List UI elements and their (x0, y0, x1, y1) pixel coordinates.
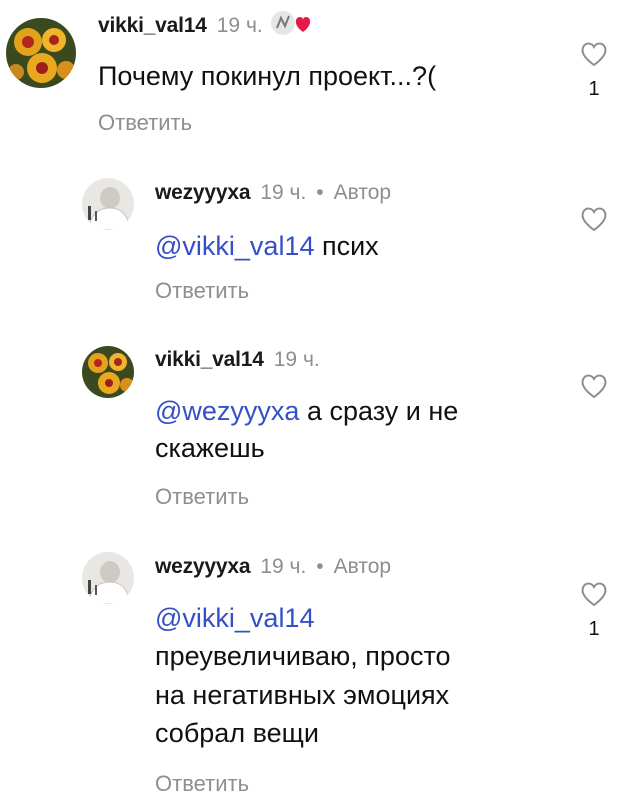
avatar[interactable] (82, 552, 134, 604)
username[interactable]: wezyyyxa (155, 181, 251, 205)
mention-link[interactable]: @vikki_val14 (155, 603, 314, 633)
reply-button[interactable]: Ответить (155, 278, 249, 304)
comment-body: скажешь (155, 433, 265, 464)
avatar[interactable] (6, 18, 76, 88)
creator-liked-heart-icon (269, 8, 315, 44)
author-label: Автор (333, 181, 392, 204)
like-button[interactable]: 1 (574, 40, 614, 101)
separator-dot: • (316, 181, 324, 204)
heart-outline-icon[interactable] (579, 205, 609, 233)
heart-outline-icon[interactable] (579, 580, 609, 608)
heart-outline-icon[interactable] (579, 40, 609, 68)
separator-dot: • (316, 555, 324, 578)
comment-text: @wezyyyxa а сразу и не скажешь (155, 393, 535, 468)
mention-link[interactable]: @vikki_val14 (155, 231, 314, 261)
like-button[interactable] (574, 205, 614, 233)
mention-link[interactable]: @wezyyyxa (155, 396, 299, 426)
comment-body: а сразу и не (306, 396, 459, 426)
like-button[interactable] (574, 372, 614, 400)
username[interactable]: vikki_val14 (98, 14, 207, 38)
comment-body: преувеличиваю, просто (155, 641, 451, 672)
like-count: 1 (588, 78, 600, 100)
comment-body: собрал вещи (155, 717, 319, 748)
timestamp: 19 ч. (260, 181, 307, 204)
comment-text: @vikki_val14 псих (155, 228, 379, 265)
username[interactable]: wezyyyxa (155, 555, 251, 579)
reply-button[interactable]: Ответить (98, 110, 192, 136)
author-label: Автор (333, 555, 392, 578)
avatar[interactable] (82, 178, 134, 230)
timestamp: 19 ч. (216, 14, 263, 37)
comment-text: @vikki_val14 преувеличиваю, просто на не… (155, 599, 555, 752)
comment-text: Почему покинул проект...?( (98, 61, 437, 91)
username[interactable]: vikki_val14 (155, 348, 264, 372)
comment-body: на негативных эмоциях (155, 679, 450, 710)
comment-body: псих (321, 231, 379, 261)
reply-button[interactable]: Ответить (155, 484, 249, 510)
like-button[interactable]: 1 (574, 580, 614, 641)
like-count: 1 (588, 618, 600, 640)
avatar[interactable] (82, 346, 134, 398)
timestamp: 19 ч. (273, 348, 320, 371)
heart-outline-icon[interactable] (579, 372, 609, 400)
reply-button[interactable]: Ответить (155, 771, 249, 797)
timestamp: 19 ч. (260, 555, 307, 578)
